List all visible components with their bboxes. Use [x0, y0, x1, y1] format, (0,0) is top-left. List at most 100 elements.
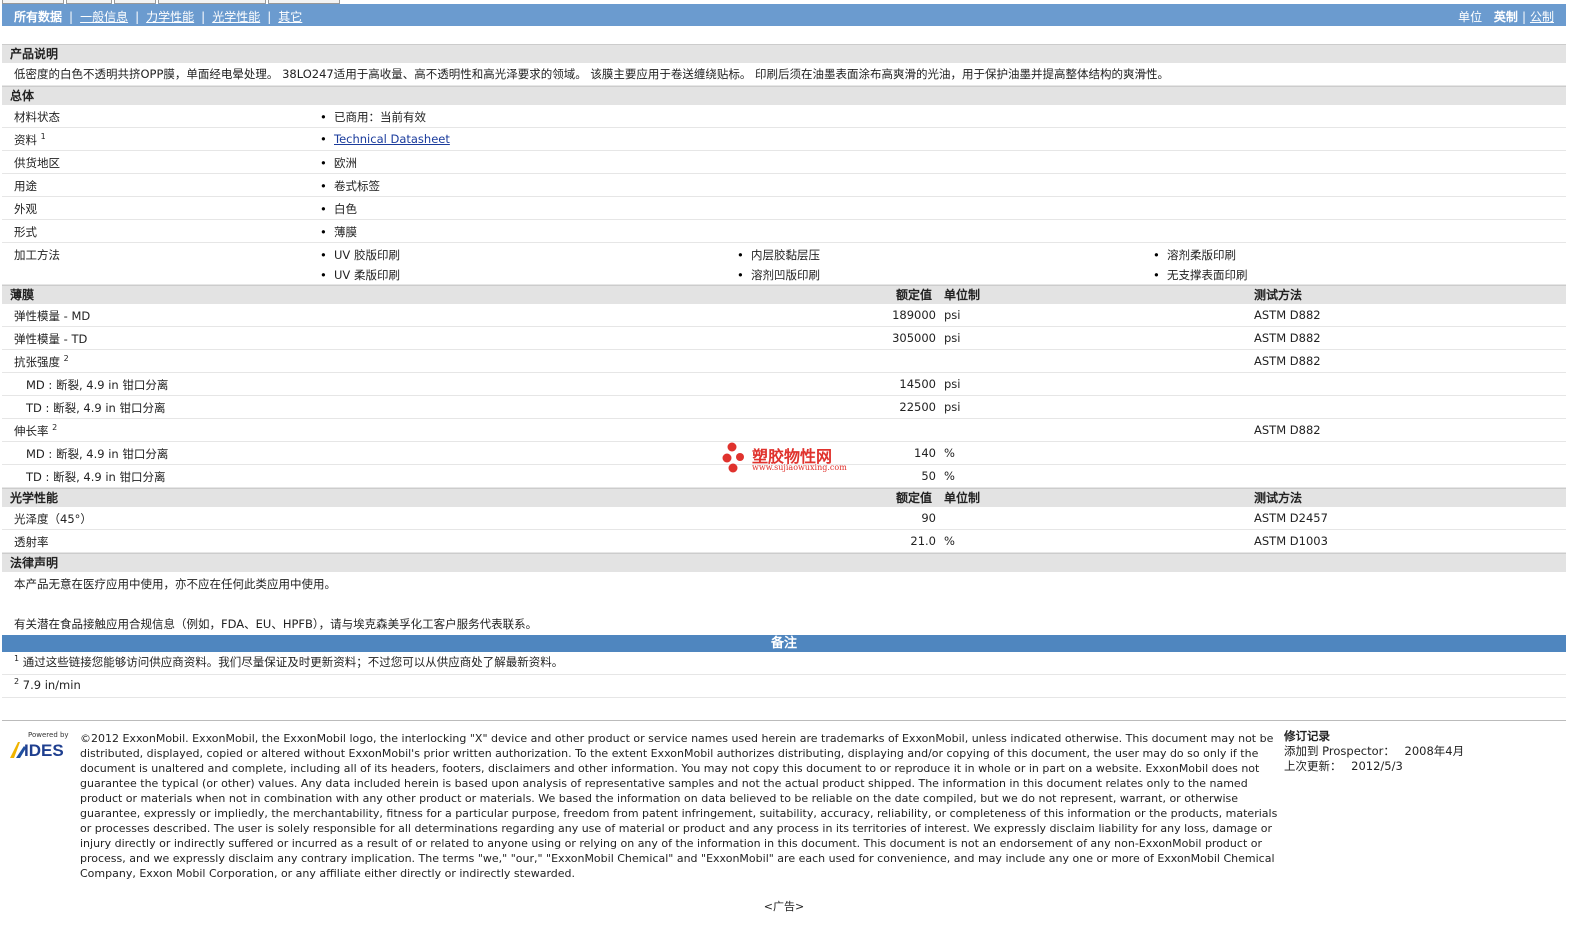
- added-label: 添加到 Prospector：: [1284, 744, 1395, 758]
- section-header-optical: 光学性能 额定值 单位制 测试方法: [2, 488, 1566, 507]
- general-row: 外观 白色: [2, 197, 1566, 220]
- nav-optical[interactable]: 光学性能: [212, 10, 260, 24]
- note-text: 通过这些链接您能够访问供应商资料。我们尽量保证及时更新资料；不过您可以从供应商处…: [22, 655, 564, 669]
- film-property-row: TD : 断裂, 4.9 in 钳口分离 22500 psi: [2, 396, 1566, 419]
- general-row: 材料状态 已商用：当前有效: [2, 105, 1566, 128]
- property-unit: %: [944, 534, 955, 548]
- col-method-header: 测试方法: [1254, 491, 1303, 505]
- test-method: ASTM D882: [1254, 423, 1321, 437]
- general-value: 欧洲: [320, 155, 357, 171]
- powered-by-text: Powered by: [28, 731, 69, 739]
- general-row: 供货地区 欧洲: [2, 151, 1566, 174]
- film-property-row: 抗张强度 2 ASTM D882: [2, 350, 1566, 373]
- property-label: 透射率: [14, 535, 49, 549]
- film-property-row: 弹性模量 - MD 189000 psi ASTM D882: [2, 304, 1566, 327]
- col-unit-header: 单位制: [944, 491, 981, 505]
- note-row: 2 7.9 in/min: [2, 675, 1566, 698]
- optical-title: 光学性能: [10, 491, 59, 505]
- general-label: 形式: [14, 225, 37, 239]
- process-item: 无支撑表面印刷: [1153, 267, 1248, 283]
- test-method: ASTM D882: [1254, 354, 1321, 368]
- product-description: 低密度的白色不透明共挤OPP膜，单面经电晕处理。 38LO247适用于高收量、高…: [2, 63, 1566, 86]
- nav-other[interactable]: 其它: [278, 10, 302, 24]
- general-value: 白色: [320, 201, 357, 217]
- property-unit: psi: [944, 400, 961, 414]
- datasheet: 产品说明 低密度的白色不透明共挤OPP膜，单面经电晕处理。 38LO247适用于…: [2, 44, 1566, 698]
- note-number: 2: [14, 677, 20, 686]
- unit-metric[interactable]: 公制: [1530, 10, 1554, 24]
- general-label: 资料 1: [14, 132, 46, 147]
- optical-property-row: 透射率 21.0% ASTM D1003: [2, 530, 1566, 553]
- property-value: 189000: [892, 308, 936, 322]
- note-text: 7.9 in/min: [22, 677, 81, 692]
- footnote-ref: 2: [52, 423, 58, 433]
- general-row: 资料 1 Technical Datasheet: [2, 128, 1566, 151]
- unit-label: 单位: [1458, 10, 1483, 24]
- property-label: 抗张强度 2: [14, 354, 69, 369]
- process-item: 溶剂凹版印刷: [737, 267, 820, 283]
- section-nav-bar: 所有数据 | 一般信息 | 力学性能 | 光学性能 | 其它 单位 英制 | 公制: [2, 4, 1566, 26]
- unit-switch: 单位 英制 | 公制: [1458, 10, 1554, 24]
- ides-logo: Powered by IDES: [8, 731, 72, 771]
- notes-header: 备注: [2, 635, 1566, 652]
- footer: Powered by IDES ©2012 ExxonMobil. ExxonM…: [2, 720, 1566, 889]
- property-value: 14500: [899, 377, 936, 391]
- optical-rows: 光泽度（45°） 90 ASTM D2457 透射率 21.0% ASTM D1003: [2, 507, 1566, 553]
- property-value: 50: [921, 469, 936, 483]
- legal-statement: 本产品无意在医疗应用中使用，亦不应在任何此类应用中使用。 有关潜在食品接触应用合…: [2, 572, 1566, 635]
- property-label: 光泽度（45°）: [14, 512, 92, 526]
- test-method: ASTM D1003: [1254, 534, 1328, 548]
- section-header-description: 产品说明: [2, 44, 1566, 63]
- general-label: 材料状态: [14, 110, 60, 124]
- section-header-film: 薄膜 额定值 单位制 测试方法: [2, 285, 1566, 304]
- updated-value: 2012/5/3: [1351, 759, 1403, 773]
- watermark-dots-icon: [722, 442, 744, 473]
- test-method: ASTM D2457: [1254, 511, 1328, 525]
- note-number: 1: [14, 654, 20, 664]
- technical-datasheet-link[interactable]: Technical Datasheet: [334, 132, 450, 146]
- legal-disclaimer: ©2012 ExxonMobil. ExxonMobil, the ExxonM…: [80, 732, 1278, 880]
- optical-property-row: 光泽度（45°） 90 ASTM D2457: [2, 507, 1566, 530]
- revision-title: 修订记录: [1284, 729, 1330, 743]
- unit-english[interactable]: 英制: [1494, 10, 1518, 24]
- col-unit-header: 单位制: [944, 288, 981, 302]
- ides-wordmark: IDES: [24, 741, 64, 760]
- nav-mechanical[interactable]: 力学性能: [146, 10, 194, 24]
- general-label: 供货地区: [14, 156, 60, 170]
- property-unit: psi: [944, 308, 961, 322]
- property-label: 弹性模量 - MD: [14, 309, 91, 323]
- general-label: 外观: [14, 202, 37, 216]
- property-label: 弹性模量 - TD: [14, 332, 88, 346]
- property-value: 90: [921, 511, 936, 525]
- added-value: 2008年4月: [1404, 744, 1465, 758]
- watermark-logo: 塑胶物性网 www.sujiaowuxing.com: [722, 441, 852, 475]
- property-value: 305000: [892, 331, 936, 345]
- property-label: TD : 断裂, 4.9 in 钳口分离: [26, 401, 166, 415]
- note-row: 1 通过这些链接您能够访问供应商资料。我们尽量保证及时更新资料；不过您可以从供应…: [2, 652, 1566, 675]
- property-label: TD : 断裂, 4.9 in 钳口分离: [26, 470, 166, 484]
- col-method-header: 测试方法: [1254, 288, 1303, 302]
- property-unit: %: [944, 446, 955, 460]
- property-label: 伸长率 2: [14, 423, 58, 438]
- general-row: 形式 薄膜: [2, 220, 1566, 243]
- process-item: 内层胶黏层压: [737, 247, 820, 263]
- general-value: 卷式标签: [320, 178, 380, 194]
- updated-label: 上次更新：: [1284, 759, 1342, 773]
- film-property-row: 弹性模量 - TD 305000 psi ASTM D882: [2, 327, 1566, 350]
- footnote-ref: 2: [63, 354, 69, 364]
- general-label: 用途: [14, 179, 37, 193]
- ad-label[interactable]: <广告>: [0, 898, 1568, 914]
- general-value: 薄膜: [320, 224, 357, 240]
- property-value: 140: [914, 446, 936, 460]
- general-row: 用途 卷式标签: [2, 174, 1566, 197]
- revision-history: 修订记录 添加到 Prospector： 2008年4月 上次更新： 2012/…: [1284, 729, 1464, 774]
- footnote-ref: 1: [40, 132, 46, 142]
- property-label: MD : 断裂, 4.9 in 钳口分离: [26, 378, 169, 392]
- general-rows: 材料状态 已商用：当前有效资料 1 Technical Datasheet 供货地区 欧…: [2, 105, 1566, 243]
- nav-all-data[interactable]: 所有数据: [14, 10, 62, 24]
- test-method: ASTM D882: [1254, 308, 1321, 322]
- nav-general[interactable]: 一般信息: [80, 10, 128, 24]
- property-value: 22500: [899, 400, 936, 414]
- property-label: MD : 断裂, 4.9 in 钳口分离: [26, 447, 169, 461]
- property-unit: psi: [944, 331, 961, 345]
